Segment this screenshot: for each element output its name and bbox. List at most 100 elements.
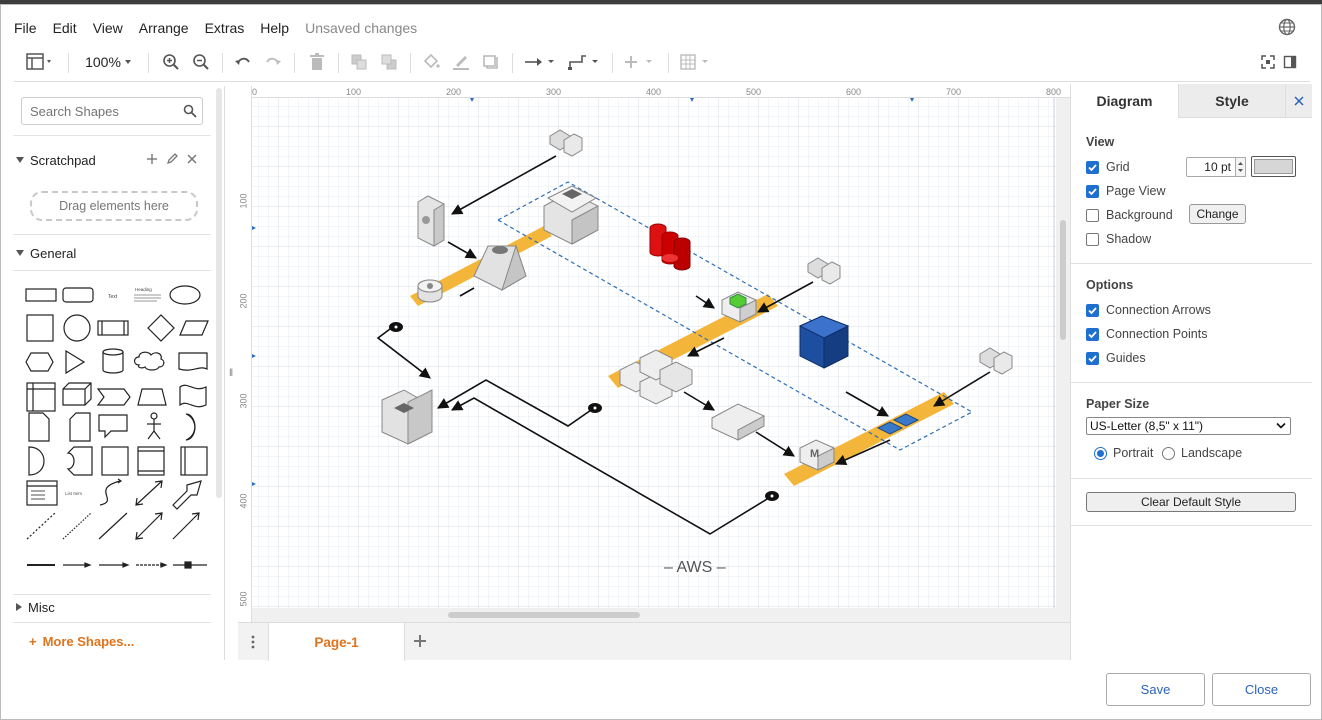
scratchpad-actions [146,153,198,165]
zoom-out-icon[interactable] [190,50,212,74]
ruler-label: 700 [946,87,962,97]
checkbox-checked-icon [1086,351,1099,365]
add-icon[interactable] [146,153,158,165]
clear-default-style-button[interactable]: Clear Default Style [1086,492,1296,512]
sidebar-resize-handle[interactable]: ‖ [229,368,233,379]
search-shapes-input[interactable] [22,98,172,124]
canvas-hscrollbar[interactable] [448,612,640,618]
fullscreen-icon[interactable] [1258,50,1278,74]
search-icon[interactable] [183,104,197,118]
shape-palette[interactable]: Text Heading List Item [21,281,211,581]
radio-unselected-icon [1162,446,1175,460]
ruler-label: 200 [446,87,462,97]
background-checkbox[interactable]: Background [1086,207,1173,223]
close-panel-icon[interactable] [1285,84,1312,118]
landscape-radio[interactable]: Landscape [1162,446,1242,460]
ruler-label: 300 [546,87,562,97]
menu-bar: File Edit View Arrange Extras Help Unsav… [14,16,417,40]
paper-size-section-title: Paper Size [1086,397,1150,411]
zoom-in-icon[interactable] [160,50,182,74]
ruler-label: 200 [238,293,249,309]
section-misc[interactable]: Misc [13,594,211,620]
shadow-icon[interactable] [480,50,502,74]
page-tab-bar: Page-1 [238,622,1070,661]
menu-arrange[interactable]: Arrange [139,20,189,36]
canvas-vscrollbar[interactable] [1060,220,1066,340]
checkbox-unchecked-icon [1086,232,1099,246]
ruler-label: 0 [252,87,258,97]
horizontal-ruler: 0 100 200 300 400 500 600 700 800 [238,86,1070,98]
scratchpad-title: Scratchpad [30,152,96,168]
undo-icon[interactable] [232,50,254,74]
grid-color-swatch[interactable] [1251,156,1296,177]
page-tab-label: Page-1 [314,634,359,650]
tab-style[interactable]: Style [1178,84,1285,118]
unsaved-status: Unsaved changes [305,20,418,36]
server-icon [417,195,445,247]
page-view-checkbox[interactable]: Page View [1086,183,1166,199]
fill-color-icon[interactable] [420,50,442,74]
menu-extras[interactable]: Extras [205,20,245,36]
to-front-icon[interactable] [348,50,370,74]
more-shapes-label: More Shapes... [42,634,135,649]
zoom-dropdown[interactable]: 100% [80,50,140,74]
menu-help[interactable]: Help [260,20,289,36]
waypoints-icon[interactable] [566,50,602,74]
save-button[interactable]: Save [1106,673,1205,706]
more-shapes-button[interactable]: + More Shapes... [29,634,134,649]
tab-diagram[interactable]: Diagram [1071,84,1178,118]
diagram-caption[interactable]: – AWS – [664,559,726,577]
menu-edit[interactable]: Edit [53,20,77,36]
collapse-panel-icon[interactable] [1280,50,1300,74]
expand-icon [16,250,24,256]
gateway-icon [417,279,443,303]
ruler-label: 400 [238,493,249,509]
connection-points-checkbox[interactable]: Connection Points [1086,326,1207,342]
section-general[interactable]: General [13,240,211,266]
ruler-label: 500 [238,591,249,607]
grid-size-spinner[interactable] [1235,157,1246,177]
shadow-label: Shadow [1106,232,1152,246]
add-page-icon[interactable] [412,633,428,649]
table-icon[interactable] [678,50,714,74]
paper-size-select[interactable]: US-Letter (8,5" x 11") [1086,417,1291,435]
redo-icon[interactable] [262,50,284,74]
edit-pencil-icon[interactable] [166,153,178,165]
grid-checkbox[interactable]: Grid [1086,159,1130,175]
general-title: General [30,245,77,261]
guides-checkbox[interactable]: Guides [1086,350,1146,366]
background-label: Background [1106,208,1173,222]
close-button[interactable]: Close [1212,673,1311,706]
insert-icon[interactable] [622,50,658,74]
scratchpad-dropzone[interactable]: Drag elements here [30,191,198,221]
line-color-icon[interactable] [450,50,472,74]
chevron-down-icon [1276,422,1286,429]
change-background-button[interactable]: Change [1189,204,1246,224]
portrait-radio[interactable]: Portrait [1094,446,1153,460]
grid-size-value: 10 pt [1204,160,1231,174]
zoom-level: 100% [85,54,121,70]
connection-style-icon[interactable] [522,50,558,74]
to-back-icon[interactable] [378,50,400,74]
delete-icon[interactable] [306,50,328,74]
ruler-label: 300 [238,393,249,409]
pages-menu-icon[interactable] [250,634,256,650]
sidebar-scrollbar[interactable] [216,88,222,498]
language-globe-icon[interactable] [1277,17,1297,37]
menu-file[interactable]: File [14,20,37,36]
view-section-title: View [1086,135,1115,149]
format-panel-toggle-icon[interactable] [22,50,58,74]
close-icon[interactable] [186,153,198,165]
connection-arrows-checkbox[interactable]: Connection Arrows [1086,302,1211,318]
menu-view[interactable]: View [93,20,123,36]
checkbox-unchecked-icon [1086,208,1099,222]
diagram-drawing[interactable]: M [238,86,1070,622]
diagram-canvas[interactable]: M – AWS – [238,86,1070,622]
connection-points-label: Connection Points [1106,327,1208,341]
page-view-label: Page View [1106,184,1166,198]
options-section-title: Options [1086,278,1134,292]
ruler-label: 100 [238,193,249,209]
tab-page-1[interactable]: Page-1 [268,623,405,661]
shadow-checkbox[interactable]: Shadow [1086,231,1151,247]
data-center-icon [381,389,433,445]
